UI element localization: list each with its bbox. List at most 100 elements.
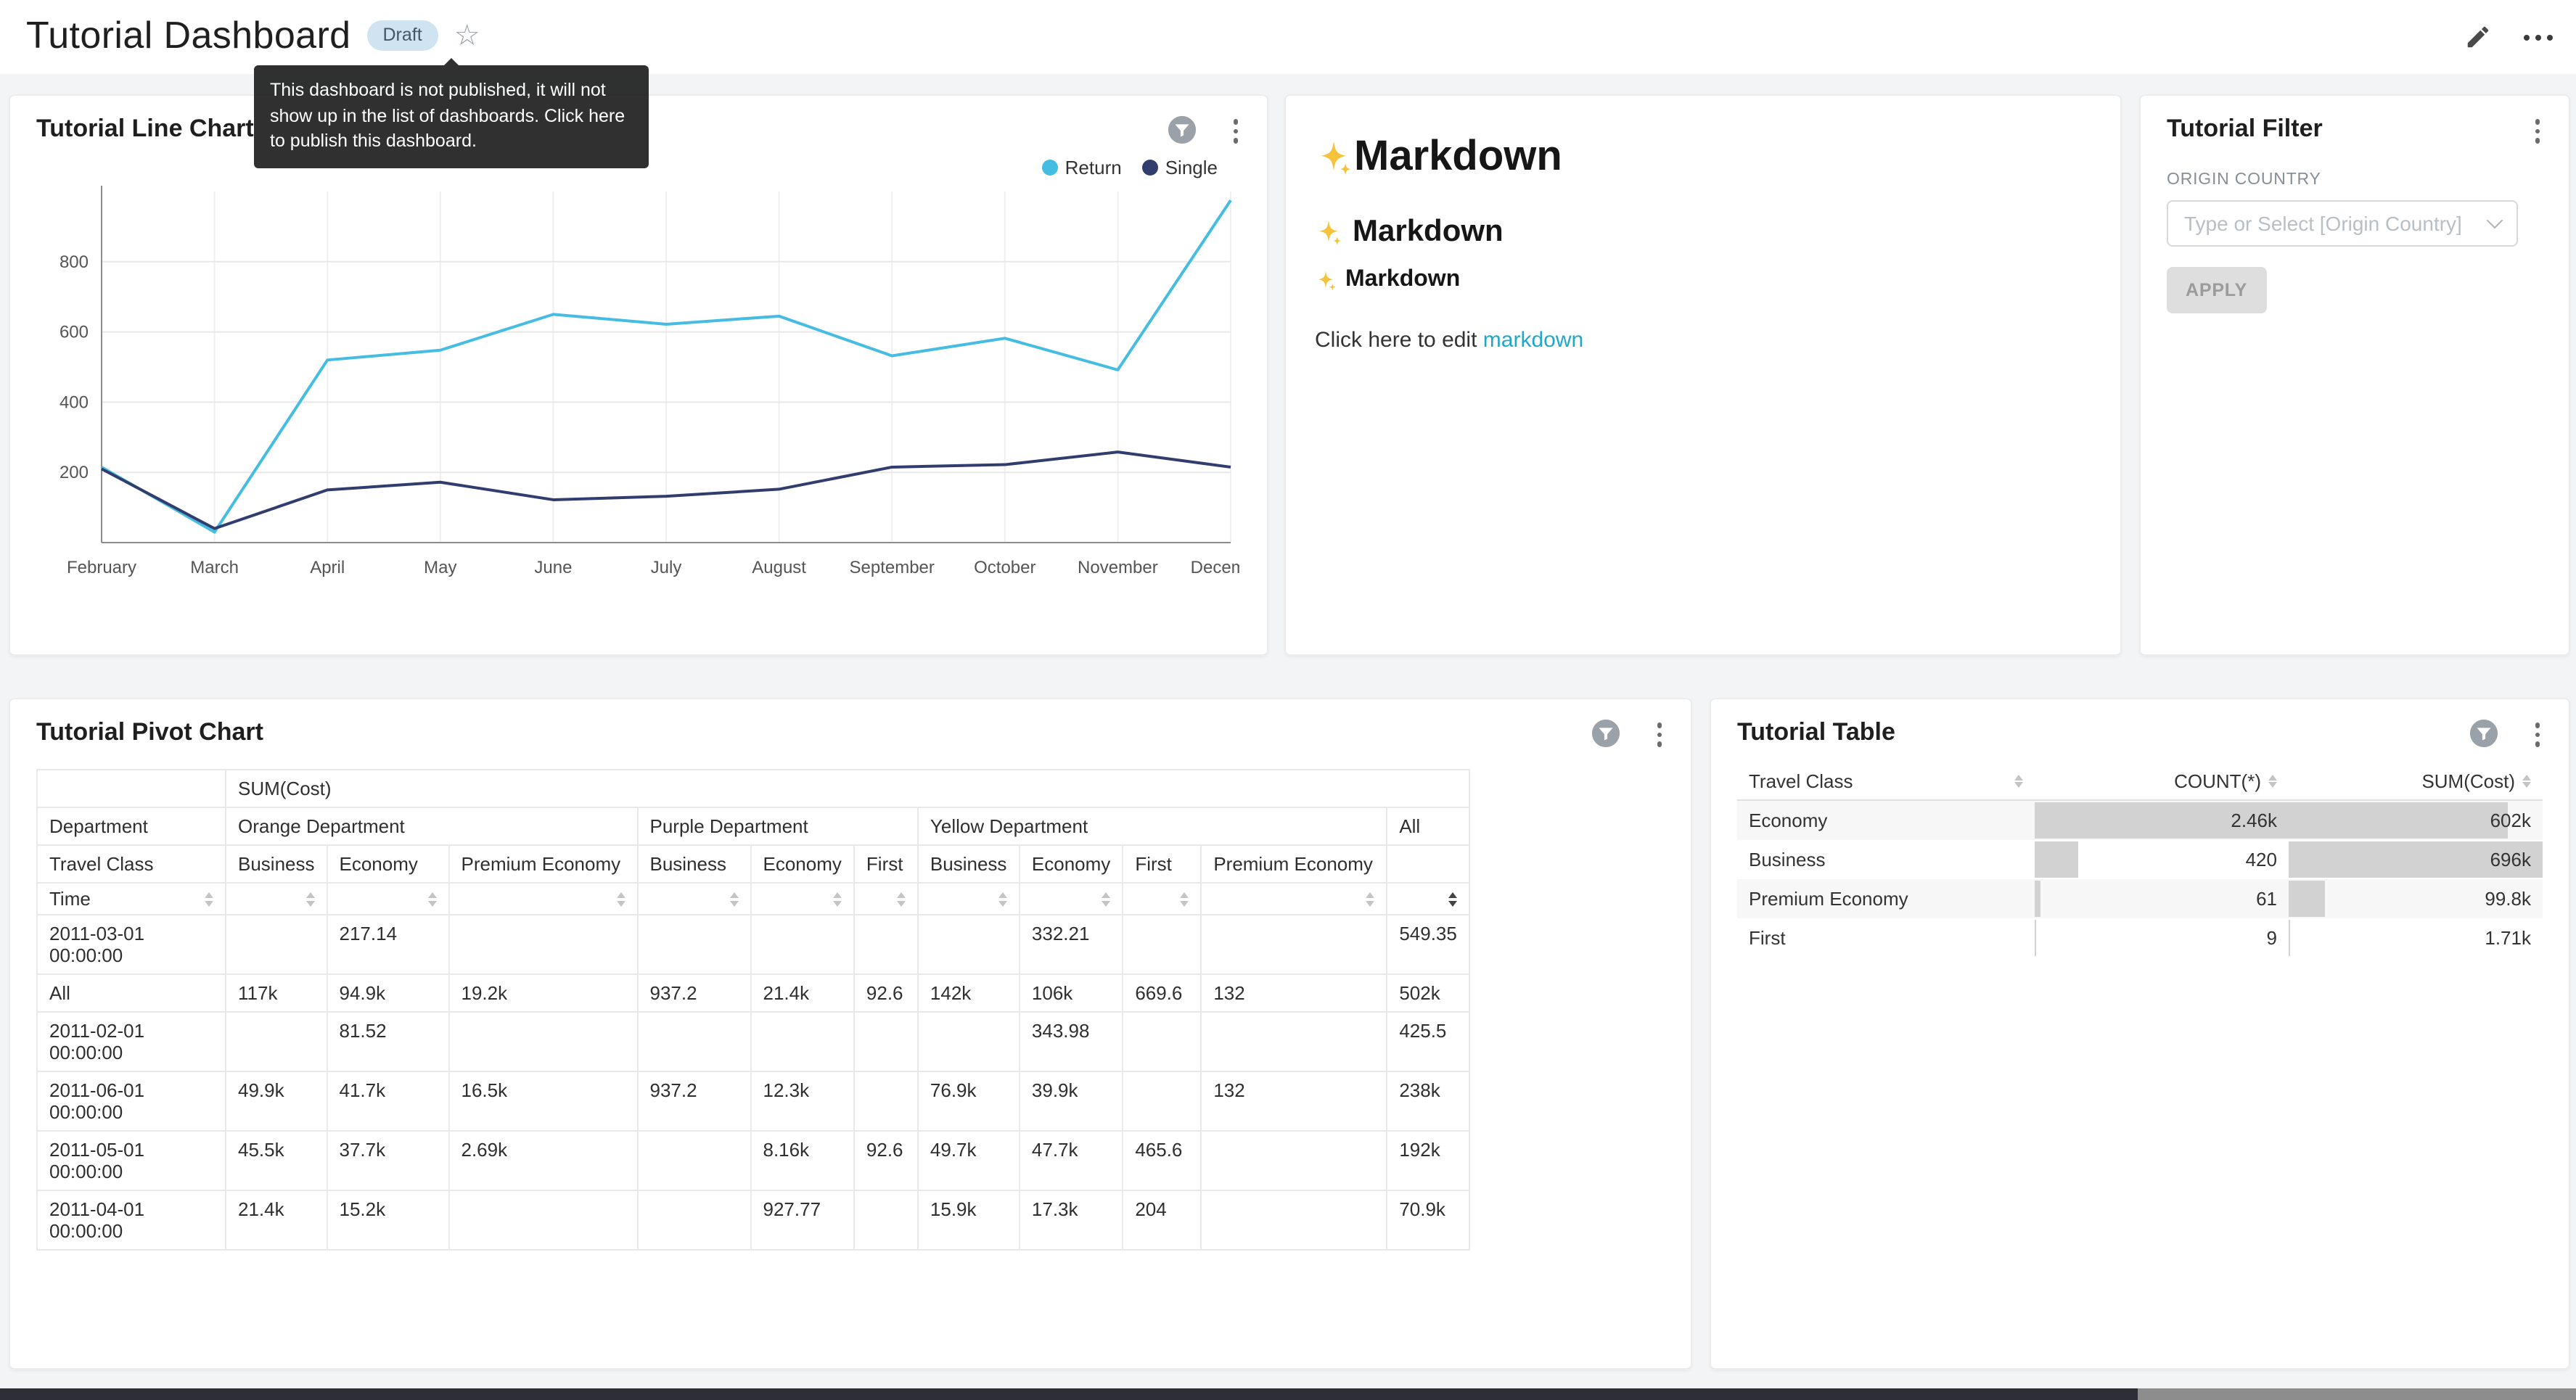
sort-icon[interactable] xyxy=(2014,775,2023,788)
pivot-travel-class-header: Business xyxy=(918,845,1020,883)
sort-icon[interactable] xyxy=(205,892,213,906)
filter-kebab-menu-icon[interactable] xyxy=(2532,116,2543,146)
tutorial-table: Travel ClassCOUNT(*)SUM(Cost) Economy2.4… xyxy=(1737,763,2543,958)
chart-legend: Return Single xyxy=(1042,157,1218,178)
pivot-cell: 16.5k xyxy=(449,1071,638,1131)
sort-icon[interactable] xyxy=(998,892,1007,906)
top-bar: Tutorial Dashboard Draft ☆ xyxy=(0,0,2576,74)
pivot-cell xyxy=(449,1012,638,1071)
pivot-cell: 19.2k xyxy=(449,974,638,1012)
pivot-row-label: 2011-04-01 00:00:00 xyxy=(37,1190,226,1250)
chevron-down-icon xyxy=(2487,213,2503,229)
pivot-cell: 45.5k xyxy=(226,1131,327,1190)
pivot-cell: 502k xyxy=(1387,974,1469,1012)
sort-icon[interactable] xyxy=(617,892,625,906)
markdown-card: Markdown Markdown Markdown Click here to… xyxy=(1284,94,2122,656)
sort-icon[interactable] xyxy=(833,892,842,906)
pivot-cell: 669.6 xyxy=(1123,974,1201,1012)
pivot-cell xyxy=(638,1131,751,1190)
sort-icon[interactable] xyxy=(730,892,739,906)
pivot-table-wrap: SUM(Cost)DepartmentOrange DepartmentPurp… xyxy=(36,769,1470,1251)
legend-dot xyxy=(1042,160,1058,176)
sort-icon[interactable] xyxy=(428,892,437,906)
pivot-sort-cell xyxy=(918,883,1020,915)
sort-icon[interactable] xyxy=(2268,775,2277,788)
pivot-cell: 217.14 xyxy=(327,915,449,974)
table-card-title: Tutorial Table xyxy=(1737,718,1895,747)
chart-kebab-menu-icon[interactable] xyxy=(1230,116,1241,146)
pivot-cell xyxy=(854,1012,918,1071)
sort-icon[interactable] xyxy=(897,892,906,906)
pivot-sort-cell xyxy=(1020,883,1123,915)
pivot-department-header: Purple Department xyxy=(638,807,918,845)
pivot-chart-title: Tutorial Pivot Chart xyxy=(36,718,263,747)
table-column-header[interactable]: COUNT(*) xyxy=(2035,763,2289,800)
table-cell-count: 420 xyxy=(2035,840,2289,879)
legend-item-return[interactable]: Return xyxy=(1042,157,1122,178)
pivot-department-header: Orange Department xyxy=(226,807,638,845)
sort-icon[interactable] xyxy=(2522,775,2531,788)
favorite-star-icon[interactable]: ☆ xyxy=(454,21,480,50)
sort-icon[interactable] xyxy=(1448,892,1457,906)
pivot-cell xyxy=(1201,915,1387,974)
edit-pencil-icon[interactable] xyxy=(2464,23,2492,51)
pivot-cell: 17.3k xyxy=(1020,1190,1123,1250)
table-row: Premium Economy6199.8k xyxy=(1737,879,2543,918)
svg-text:December: December xyxy=(1191,558,1239,577)
sort-icon[interactable] xyxy=(1102,892,1110,906)
legend-item-single[interactable]: Single xyxy=(1142,157,1218,178)
pivot-travel-class-header xyxy=(1387,845,1469,883)
pivot-cell: 2.69k xyxy=(449,1131,638,1190)
more-options-icon[interactable] xyxy=(2524,34,2553,40)
apply-button[interactable]: APPLY xyxy=(2167,267,2266,313)
pivot-cell xyxy=(854,915,918,974)
origin-country-select[interactable]: Type or Select [Origin Country] xyxy=(2167,200,2518,247)
pivot-cell: 21.4k xyxy=(751,974,854,1012)
pivot-cell xyxy=(1201,1190,1387,1250)
filter-indicator-icon[interactable] xyxy=(1591,718,1621,756)
sort-icon[interactable] xyxy=(1180,892,1189,906)
pivot-travel-class-header: Business xyxy=(226,845,327,883)
table-kebab-menu-icon[interactable] xyxy=(2532,720,2543,749)
table-body: Economy2.46k602kBusiness420696kPremium E… xyxy=(1737,800,2543,958)
pivot-cell: 238k xyxy=(1387,1071,1469,1131)
pivot-cell xyxy=(226,915,327,974)
pivot-kebab-menu-icon[interactable] xyxy=(1654,720,1665,749)
title-wrap: Tutorial Dashboard Draft ☆ xyxy=(26,13,480,58)
pivot-cell xyxy=(226,1012,327,1071)
pivot-travel-class-header: Economy xyxy=(327,845,449,883)
legend-dot xyxy=(1142,160,1158,176)
pivot-cell xyxy=(638,915,751,974)
table-cell-travel-class: Business xyxy=(1737,840,2035,879)
markdown-edit-link[interactable]: markdown xyxy=(1483,328,1583,353)
draft-badge[interactable]: Draft xyxy=(367,20,438,51)
table-column-header[interactable]: Travel Class xyxy=(1737,763,2035,800)
pivot-cell xyxy=(638,1012,751,1071)
table-column-header[interactable]: SUM(Cost) xyxy=(2289,763,2543,800)
publish-tooltip: This dashboard is not published, it will… xyxy=(254,65,649,168)
value-bar xyxy=(2035,881,2041,917)
pivot-cell xyxy=(854,1190,918,1250)
pivot-cell: 204 xyxy=(1123,1190,1201,1250)
filter-indicator-icon[interactable] xyxy=(2469,718,2499,756)
pivot-travel-class-header: First xyxy=(1123,845,1201,883)
pivot-cell: 465.6 xyxy=(1123,1131,1201,1190)
table-cell-sum: 99.8k xyxy=(2289,879,2543,918)
line-chart-card: Tutorial Line Chart ReturnSingle 2004006… xyxy=(9,94,1268,656)
pivot-cell xyxy=(854,1071,918,1131)
pivot-row: 2011-06-01 00:00:0049.9k41.7k16.5k937.21… xyxy=(37,1071,1469,1131)
sort-icon[interactable] xyxy=(306,892,315,906)
pivot-row: 2011-02-01 00:00:0081.52343.98425.5 xyxy=(37,1012,1469,1071)
pivot-cell: 549.35 xyxy=(1387,915,1469,974)
sort-icon[interactable] xyxy=(1366,892,1374,906)
bottom-bar-segment xyxy=(2138,1388,2576,1400)
pivot-time-label: Time xyxy=(37,883,226,915)
pivot-row: 2011-03-01 00:00:00217.14332.21549.35 xyxy=(37,915,1469,974)
filter-indicator-icon[interactable] xyxy=(1167,115,1197,152)
pivot-sort-cell xyxy=(226,883,327,915)
pivot-row-label: 2011-06-01 00:00:00 xyxy=(37,1071,226,1131)
dashboard-screen: Tutorial Dashboard Draft ☆ This dashboar… xyxy=(0,0,2576,1400)
topbar-icons xyxy=(2464,0,2553,74)
pivot-cell: 132 xyxy=(1201,1071,1387,1131)
legend-label: Return xyxy=(1065,157,1122,178)
